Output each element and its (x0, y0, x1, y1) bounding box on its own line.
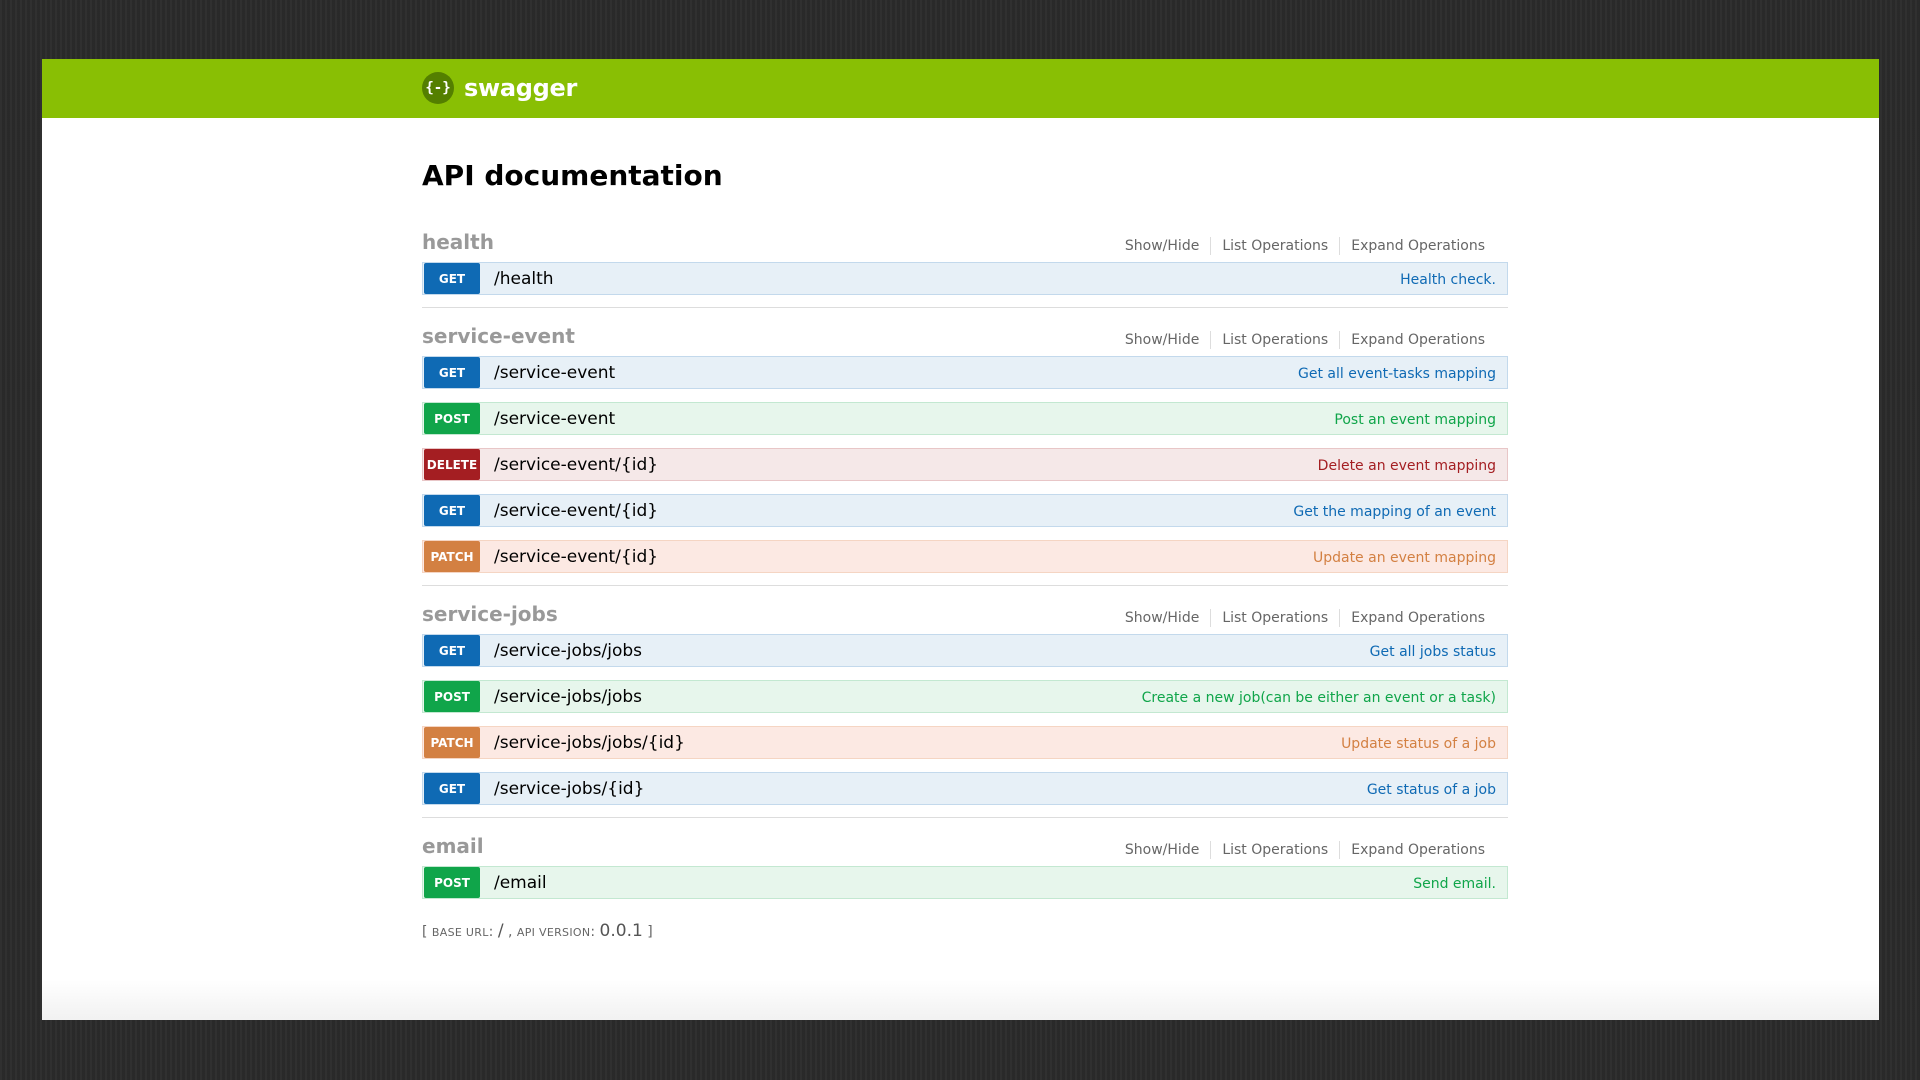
operation-row[interactable]: POST/service-event Post an event mapping (422, 402, 1508, 435)
operation-summary[interactable]: Health check. (1400, 272, 1496, 288)
api-info-footer: [ Base URL: / , API version: 0.0.1 ] (422, 921, 653, 941)
operation-summary[interactable]: Get all event-tasks mapping (1298, 366, 1496, 382)
show-hide-link[interactable]: Show/Hide (1114, 609, 1210, 627)
http-method-badge[interactable]: GET (424, 773, 480, 804)
resource-links: Show/Hide List Operations Expand Operation… (1114, 841, 1496, 859)
http-method-badge[interactable]: DELETE (424, 449, 480, 480)
http-method-badge[interactable]: GET (424, 495, 480, 526)
http-method-badge[interactable]: PATCH (424, 541, 480, 572)
operation-path[interactable]: /service-jobs/jobs (494, 687, 642, 707)
resource-heading: email Show/Hide List Operations Expand Oper… (422, 828, 1508, 866)
operation-row[interactable]: GET/service-event Get all event-tasks map… (422, 356, 1508, 389)
operation-summary[interactable]: Post an event mapping (1334, 412, 1496, 428)
operation-path[interactable]: /service-event/{id} (494, 455, 658, 475)
operation-summary[interactable]: Update an event mapping (1313, 550, 1496, 566)
resource-links: Show/Hide List Operations Expand Operation… (1114, 609, 1496, 627)
resource-heading: health Show/Hide List Operations Expand Ope… (422, 224, 1508, 262)
operation-summary[interactable]: Delete an event mapping (1318, 458, 1496, 474)
operation-row[interactable]: PATCH/service-jobs/jobs/{id} Update statu… (422, 726, 1508, 759)
operation-row[interactable]: DELETE/service-event/{id} Delete an event… (422, 448, 1508, 481)
swagger-logo-icon: {-} (422, 72, 454, 104)
operation-summary[interactable]: Get all jobs status (1370, 644, 1496, 660)
operation-path[interactable]: /service-event (494, 409, 615, 429)
open-bracket: [ (422, 924, 428, 940)
resource-list: health Show/Hide List Operations Expand Ope… (422, 224, 1508, 911)
resource-section-health: health Show/Hide List Operations Expand Ope… (422, 224, 1508, 308)
operation-path[interactable]: /service-event/{id} (494, 501, 658, 521)
resource-section-email: email Show/Hide List Operations Expand Oper… (422, 828, 1508, 911)
operation-row[interactable]: GET/service-jobs/{id} Get status of a job (422, 772, 1508, 805)
operation-summary[interactable]: Get status of a job (1367, 782, 1496, 798)
operation-summary[interactable]: Get the mapping of an event (1293, 504, 1496, 520)
operation-path[interactable]: /service-jobs/{id} (494, 779, 644, 799)
operation-path[interactable]: /email (494, 873, 547, 893)
operation-summary[interactable]: Update status of a job (1341, 736, 1496, 752)
http-method-badge[interactable]: GET (424, 263, 480, 294)
api-version-label: API version (516, 926, 591, 939)
resource-heading: service-jobs Show/Hide List Operations Expa… (422, 596, 1508, 634)
resource-section-service-event: service-event Show/Hide List Operations Exp… (422, 318, 1508, 586)
base-url-label: Base URL (431, 926, 489, 939)
http-method-badge[interactable]: GET (424, 635, 480, 666)
expand-operations-link[interactable]: Expand Operations (1339, 609, 1496, 627)
operation-row[interactable]: GET/service-jobs/jobs Get all jobs status (422, 634, 1508, 667)
api-version-value: 0.0.1 (599, 921, 643, 941)
list-operations-link[interactable]: List Operations (1210, 237, 1339, 255)
swagger-header: {-} swagger (42, 59, 1879, 118)
operation-row[interactable]: POST/email Send email. (422, 866, 1508, 899)
http-method-badge[interactable]: GET (424, 357, 480, 388)
footer-separator: , (508, 924, 513, 940)
show-hide-link[interactable]: Show/Hide (1114, 841, 1210, 859)
swagger-logo[interactable]: {-} swagger (422, 72, 577, 104)
list-operations-link[interactable]: List Operations (1210, 841, 1339, 859)
base-url-value: / (497, 921, 504, 941)
http-method-badge[interactable]: POST (424, 867, 480, 898)
operation-path[interactable]: /service-jobs/jobs/{id} (494, 733, 685, 753)
operation-row[interactable]: GET/service-event/{id} Get the mapping of… (422, 494, 1508, 527)
operation-path[interactable]: /service-event/{id} (494, 547, 658, 567)
operation-row[interactable]: POST/service-jobs/jobs Create a new job(c… (422, 680, 1508, 713)
http-method-badge[interactable]: PATCH (424, 727, 480, 758)
resource-name[interactable]: health (422, 230, 494, 254)
list-operations-link[interactable]: List Operations (1210, 331, 1339, 349)
http-method-badge[interactable]: POST (424, 681, 480, 712)
close-bracket: ] (647, 924, 653, 940)
operation-path[interactable]: /service-jobs/jobs (494, 641, 642, 661)
resource-section-service-jobs: service-jobs Show/Hide List Operations Expa… (422, 596, 1508, 818)
http-method-badge[interactable]: POST (424, 403, 480, 434)
swagger-logo-text: swagger (464, 74, 578, 102)
bottom-fade (42, 980, 1879, 1020)
show-hide-link[interactable]: Show/Hide (1114, 331, 1210, 349)
operation-summary[interactable]: Create a new job(can be either an event … (1142, 690, 1496, 706)
browser-window: {-} swagger API documentation health Show… (42, 59, 1879, 1020)
expand-operations-link[interactable]: Expand Operations (1339, 237, 1496, 255)
expand-operations-link[interactable]: Expand Operations (1339, 841, 1496, 859)
operation-path[interactable]: /health (494, 269, 554, 289)
resource-name[interactable]: service-jobs (422, 602, 558, 626)
api-content: API documentation health Show/Hide List Op… (422, 156, 1508, 941)
resource-links: Show/Hide List Operations Expand Operation… (1114, 331, 1496, 349)
show-hide-link[interactable]: Show/Hide (1114, 237, 1210, 255)
expand-operations-link[interactable]: Expand Operations (1339, 331, 1496, 349)
resource-heading: service-event Show/Hide List Operations Exp… (422, 318, 1508, 356)
operation-row[interactable]: GET/health Health check. (422, 262, 1508, 295)
resource-name[interactable]: email (422, 834, 484, 858)
resource-name[interactable]: service-event (422, 324, 575, 348)
page-title: API documentation (422, 159, 723, 192)
operation-summary[interactable]: Send email. (1413, 876, 1496, 892)
operation-path[interactable]: /service-event (494, 363, 615, 383)
resource-links: Show/Hide List Operations Expand Operation… (1114, 237, 1496, 255)
list-operations-link[interactable]: List Operations (1210, 609, 1339, 627)
operation-row[interactable]: PATCH/service-event/{id} Update an event … (422, 540, 1508, 573)
